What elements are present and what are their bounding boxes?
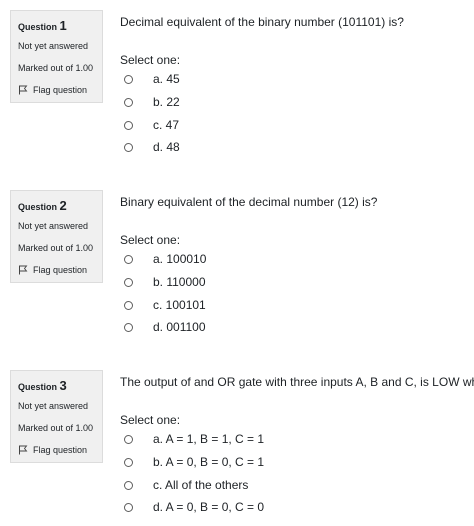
question-number: 1 bbox=[59, 18, 67, 33]
answer-option-label: b. A = 0, B = 0, C = 1 bbox=[153, 455, 265, 469]
answer-option-a[interactable]: a. 100010 bbox=[124, 251, 206, 267]
radio-button[interactable] bbox=[124, 322, 133, 332]
flag-question-label: Flag question bbox=[33, 85, 88, 95]
question-status: Not yet answered bbox=[18, 401, 89, 411]
flag-icon bbox=[19, 85, 28, 95]
answer-option-a[interactable]: a. 45 bbox=[124, 71, 180, 87]
answer-option-label: d. 48 bbox=[153, 140, 180, 154]
question-label: Question bbox=[18, 202, 58, 212]
radio-button[interactable] bbox=[124, 277, 133, 287]
flag-question-button[interactable]: Flag question bbox=[18, 265, 87, 275]
answer-option-label: c. 47 bbox=[153, 118, 180, 132]
answer-option-label: a. 100010 bbox=[153, 252, 207, 266]
radio-button[interactable] bbox=[124, 142, 133, 152]
answer-option-b[interactable]: b. 110000 bbox=[124, 274, 206, 290]
question-label: Question bbox=[18, 382, 58, 392]
question-text: Decimal equivalent of the binary number … bbox=[120, 15, 404, 29]
answer-option-d[interactable]: d. 48 bbox=[124, 139, 180, 155]
radio-button[interactable] bbox=[124, 120, 133, 130]
answer-option-b[interactable]: b. A = 0, B = 0, C = 1 bbox=[124, 454, 264, 470]
radio-button[interactable] bbox=[124, 300, 133, 310]
flag-question-label: Flag question bbox=[33, 445, 88, 455]
answer-option-d[interactable]: d. 001100 bbox=[124, 319, 206, 335]
answer-option-label: d. 001100 bbox=[153, 320, 206, 334]
question-status: Not yet answered bbox=[18, 221, 89, 231]
answer-option-a[interactable]: a. A = 1, B = 1, C = 1 bbox=[124, 431, 264, 447]
answer-option-label: a. A = 1, B = 1, C = 1 bbox=[153, 432, 265, 446]
flag-question-button[interactable]: Flag question bbox=[18, 85, 87, 95]
select-one-label: Select one: bbox=[120, 413, 181, 427]
question-heading: Question 3 bbox=[18, 378, 67, 393]
radio-button[interactable] bbox=[124, 457, 133, 467]
radio-button[interactable] bbox=[124, 74, 133, 84]
radio-button[interactable] bbox=[124, 254, 133, 264]
radio-button[interactable] bbox=[124, 502, 133, 512]
question-text: Binary equivalent of the decimal number … bbox=[120, 195, 378, 209]
question-label: Question bbox=[18, 22, 58, 32]
answer-option-c[interactable]: c. 47 bbox=[124, 117, 179, 133]
question-marks: Marked out of 1.00 bbox=[18, 243, 94, 253]
answer-option-label: b. 110000 bbox=[153, 275, 206, 289]
answer-option-c[interactable]: c. All of the others bbox=[124, 477, 248, 493]
question-info-box: Question 1 Not yet answered Marked out o… bbox=[10, 10, 103, 103]
question-heading: Question 1 bbox=[18, 18, 67, 33]
answer-option-label: a. 45 bbox=[153, 72, 180, 86]
question-number: 2 bbox=[59, 198, 67, 213]
answer-option-c[interactable]: c. 100101 bbox=[124, 297, 206, 313]
question-info-box: Question 3 Not yet answered Marked out o… bbox=[10, 370, 103, 463]
answer-option-b[interactable]: b. 22 bbox=[124, 94, 180, 110]
answer-option-label: d. A = 0, B = 0, C = 0 bbox=[153, 500, 265, 514]
flag-icon bbox=[19, 445, 28, 455]
select-one-label: Select one: bbox=[120, 233, 181, 247]
answer-option-label: c. 100101 bbox=[153, 298, 206, 312]
answer-option-label: c. All of the others bbox=[153, 478, 249, 492]
radio-button[interactable] bbox=[124, 97, 133, 107]
select-one-label: Select one: bbox=[120, 53, 181, 67]
question-status: Not yet answered bbox=[18, 41, 89, 51]
flag-question-button[interactable]: Flag question bbox=[18, 445, 87, 455]
flag-question-label: Flag question bbox=[33, 265, 88, 275]
question-number: 3 bbox=[59, 378, 67, 393]
question-info-box: Question 2 Not yet answered Marked out o… bbox=[10, 190, 103, 283]
answer-option-d[interactable]: d. A = 0, B = 0, C = 0 bbox=[124, 499, 264, 515]
question-heading: Question 2 bbox=[18, 198, 67, 213]
answer-option-label: b. 22 bbox=[153, 95, 180, 109]
flag-icon bbox=[19, 265, 28, 275]
radio-button[interactable] bbox=[124, 480, 133, 490]
question-marks: Marked out of 1.00 bbox=[18, 63, 94, 73]
question-text: The output of and OR gate with three inp… bbox=[120, 375, 474, 389]
question-marks: Marked out of 1.00 bbox=[18, 423, 94, 433]
radio-button[interactable] bbox=[124, 434, 133, 444]
